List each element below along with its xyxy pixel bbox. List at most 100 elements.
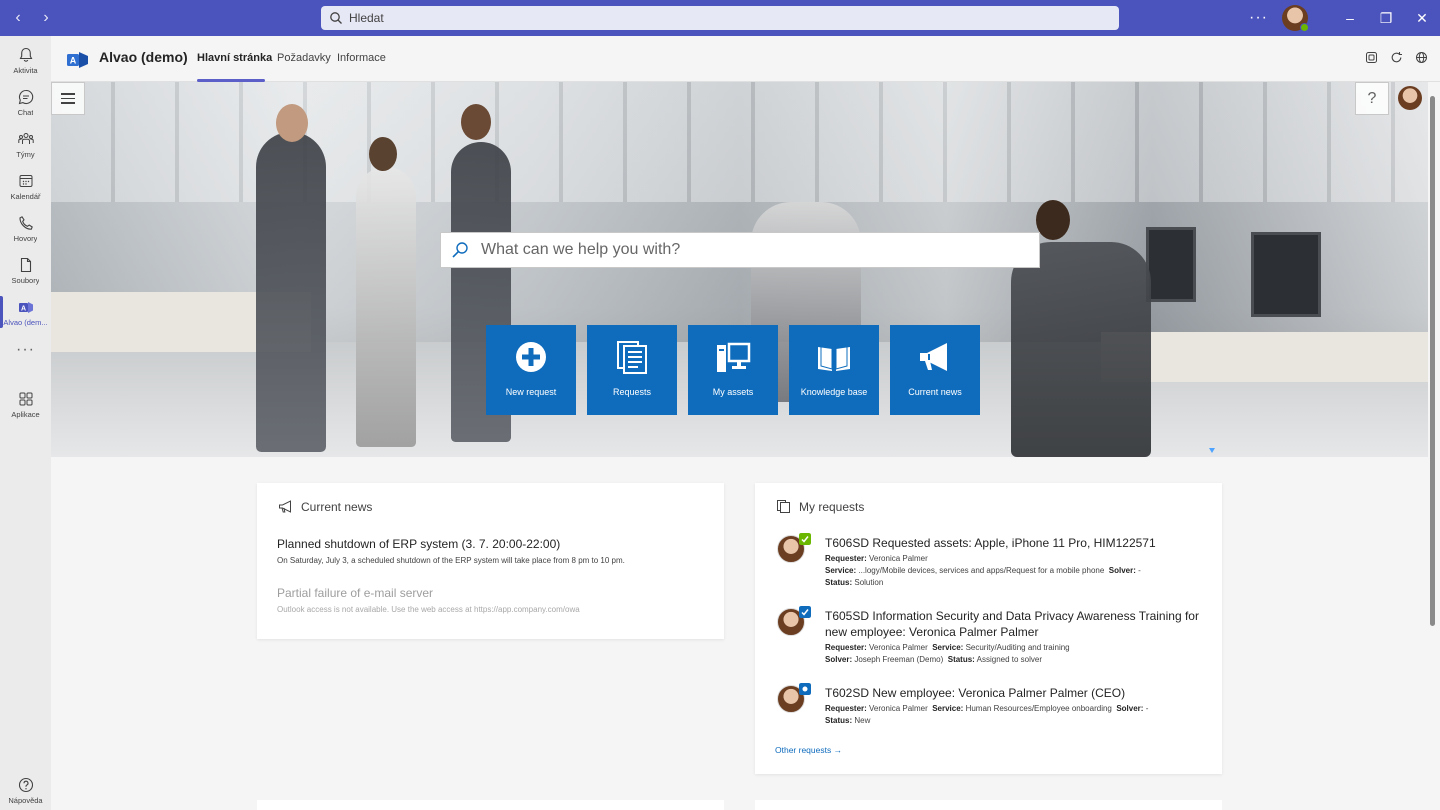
svg-text:A: A	[70, 56, 77, 66]
status-solution-icon	[799, 533, 811, 545]
request-title: T602SD New employee: Veronica Palmer Pal…	[825, 686, 1126, 700]
close-icon[interactable]: ✕	[1404, 0, 1440, 36]
request-meta: Requester: Veronica Palmer Service: Secu…	[825, 643, 1070, 664]
next-card-peek	[755, 800, 1222, 810]
portal-search-box	[440, 232, 1040, 268]
status-assigned-icon	[799, 606, 811, 618]
request-title: T606SD Requested assets: Apple, iPhone 1…	[825, 536, 1156, 550]
quick-action-tiles: New request Requests My assets Knowledge…	[486, 325, 980, 415]
my-requests-title: My requests	[799, 499, 865, 514]
minimize-icon[interactable]: –	[1332, 0, 1368, 36]
request-meta: Requester: Veronica Palmer Service: ...l…	[825, 554, 1141, 587]
new-request-tile-label: New request	[505, 387, 557, 397]
restore-icon[interactable]: ❐	[1368, 0, 1404, 36]
plus-circle-icon	[516, 342, 546, 372]
user-avatar[interactable]	[1282, 5, 1309, 32]
rail-item-teams[interactable]: Týmy	[0, 126, 51, 166]
teams-icon	[17, 133, 34, 144]
app-title: Alvao (demo)	[99, 49, 188, 65]
chat-icon	[18, 89, 33, 105]
megaphone-icon	[279, 500, 291, 513]
search-icon	[452, 242, 468, 258]
news-item-body: Outlook access is not available. Use the…	[277, 605, 580, 614]
news-item-title: Partial failure of e-mail server	[277, 586, 434, 600]
request-item-content: T606SD Requested assets: Apple, iPhone 1…	[825, 535, 1200, 589]
my-requests-card: My requests T606SD Requested assets: App…	[755, 483, 1222, 774]
refresh-icon[interactable]	[1390, 51, 1403, 64]
rail-label-calls: Hovory	[13, 234, 38, 243]
news-item[interactable]: Partial failure of e-mail server Outlook…	[277, 586, 580, 614]
my-assets-tile[interactable]: My assets	[688, 325, 778, 415]
rail-item-help[interactable]: Nápověda	[0, 772, 51, 810]
next-card-peek	[257, 800, 724, 810]
app-header: A Alvao (demo) Hlavní stránka Požadavky …	[51, 36, 1440, 82]
news-item-title: Planned shutdown of ERP system (3. 7. 20…	[277, 537, 561, 551]
book-icon	[818, 344, 850, 371]
hero-background-person	[356, 167, 416, 447]
svg-text:A: A	[20, 305, 25, 312]
documents-icon	[617, 341, 647, 374]
tab-information[interactable]: Informace	[337, 52, 386, 64]
menu-button[interactable]	[51, 82, 85, 115]
knowledge-base-tile[interactable]: Knowledge base	[789, 325, 879, 415]
history-nav: ‹ ›	[8, 8, 56, 28]
hero-background-person	[1011, 242, 1151, 457]
rail-label-help: Nápověda	[8, 796, 43, 805]
help-button[interactable]: ?	[1355, 82, 1389, 115]
help-circle-icon	[18, 777, 33, 793]
more-apps-icon[interactable]: ···	[0, 341, 51, 359]
title-bar-right: ··· – ❐ ✕	[1249, 0, 1440, 36]
alvao-icon: A	[18, 302, 33, 313]
hero-banner: ? New request Requests My assets Knowled…	[51, 82, 1428, 457]
back-arrow-icon[interactable]: ‹	[8, 8, 28, 28]
hero-background-monitor	[1251, 232, 1321, 317]
rail-item-calls[interactable]: Hovory	[0, 210, 51, 250]
megaphone-icon	[920, 343, 947, 371]
request-item-content: T605SD Information Security and Data Pri…	[825, 608, 1200, 666]
calendar-icon	[19, 175, 32, 187]
rail-label-activity: Aktivita	[13, 66, 38, 75]
rail-item-alvao[interactable]: A Alvao (dem...	[0, 294, 51, 334]
new-request-tile[interactable]: New request	[486, 325, 576, 415]
news-item[interactable]: Planned shutdown of ERP system (3. 7. 20…	[277, 537, 625, 565]
current-news-tile[interactable]: Current news	[890, 325, 980, 415]
global-search-input[interactable]: Hledat	[321, 6, 1119, 30]
hero-background-monitor	[1146, 227, 1196, 302]
forward-arrow-icon[interactable]: ›	[36, 8, 56, 28]
popout-icon[interactable]	[1365, 51, 1378, 64]
requests-tile-label: Requests	[612, 387, 652, 397]
more-options-icon[interactable]: ···	[1249, 9, 1268, 27]
rail-item-chat[interactable]: Chat	[0, 84, 51, 124]
computer-icon	[717, 342, 751, 372]
knowledge-base-tile-label: Knowledge base	[800, 387, 868, 397]
rail-item-apps[interactable]: Aplikace	[0, 386, 51, 426]
rail-label-calendar: Kalendář	[10, 192, 41, 201]
my-assets-tile-label: My assets	[712, 387, 754, 397]
page-scrollbar[interactable]	[1430, 96, 1435, 626]
hero-background-person	[256, 132, 326, 452]
rail-item-files[interactable]: Soubory	[0, 252, 51, 292]
rail-label-chat: Chat	[17, 108, 34, 117]
tab-requests[interactable]: Požadavky	[277, 52, 331, 64]
request-title: T605SD Information Security and Data Pri…	[825, 609, 1199, 639]
tab-home[interactable]: Hlavní stránka	[197, 52, 272, 64]
other-requests-link[interactable]: Other requests →	[775, 745, 842, 755]
globe-icon[interactable]	[1415, 51, 1428, 64]
documents-icon	[777, 500, 790, 513]
rail-item-activity[interactable]: Aktivita	[0, 42, 51, 82]
bell-icon	[19, 47, 32, 62]
hero-background-person-head	[461, 104, 491, 140]
my-requests-header: My requests	[776, 499, 864, 514]
rail-label-alvao: Alvao (dem...	[3, 318, 48, 327]
title-bar: ‹ › Hledat ··· – ❐ ✕	[0, 0, 1440, 36]
portal-user-avatar[interactable]	[1398, 86, 1422, 110]
alvao-logo-icon: A	[67, 52, 88, 68]
file-icon	[20, 257, 31, 273]
app-rail: Aktivita Chat Týmy Kalendář Hovory Soubo…	[0, 36, 51, 810]
requests-tile[interactable]: Requests	[587, 325, 677, 415]
rail-item-calendar[interactable]: Kalendář	[0, 168, 51, 208]
header-actions	[1365, 51, 1428, 64]
global-search-placeholder: Hledat	[349, 11, 384, 25]
phone-icon	[18, 216, 33, 230]
portal-search-input[interactable]	[481, 241, 1021, 259]
